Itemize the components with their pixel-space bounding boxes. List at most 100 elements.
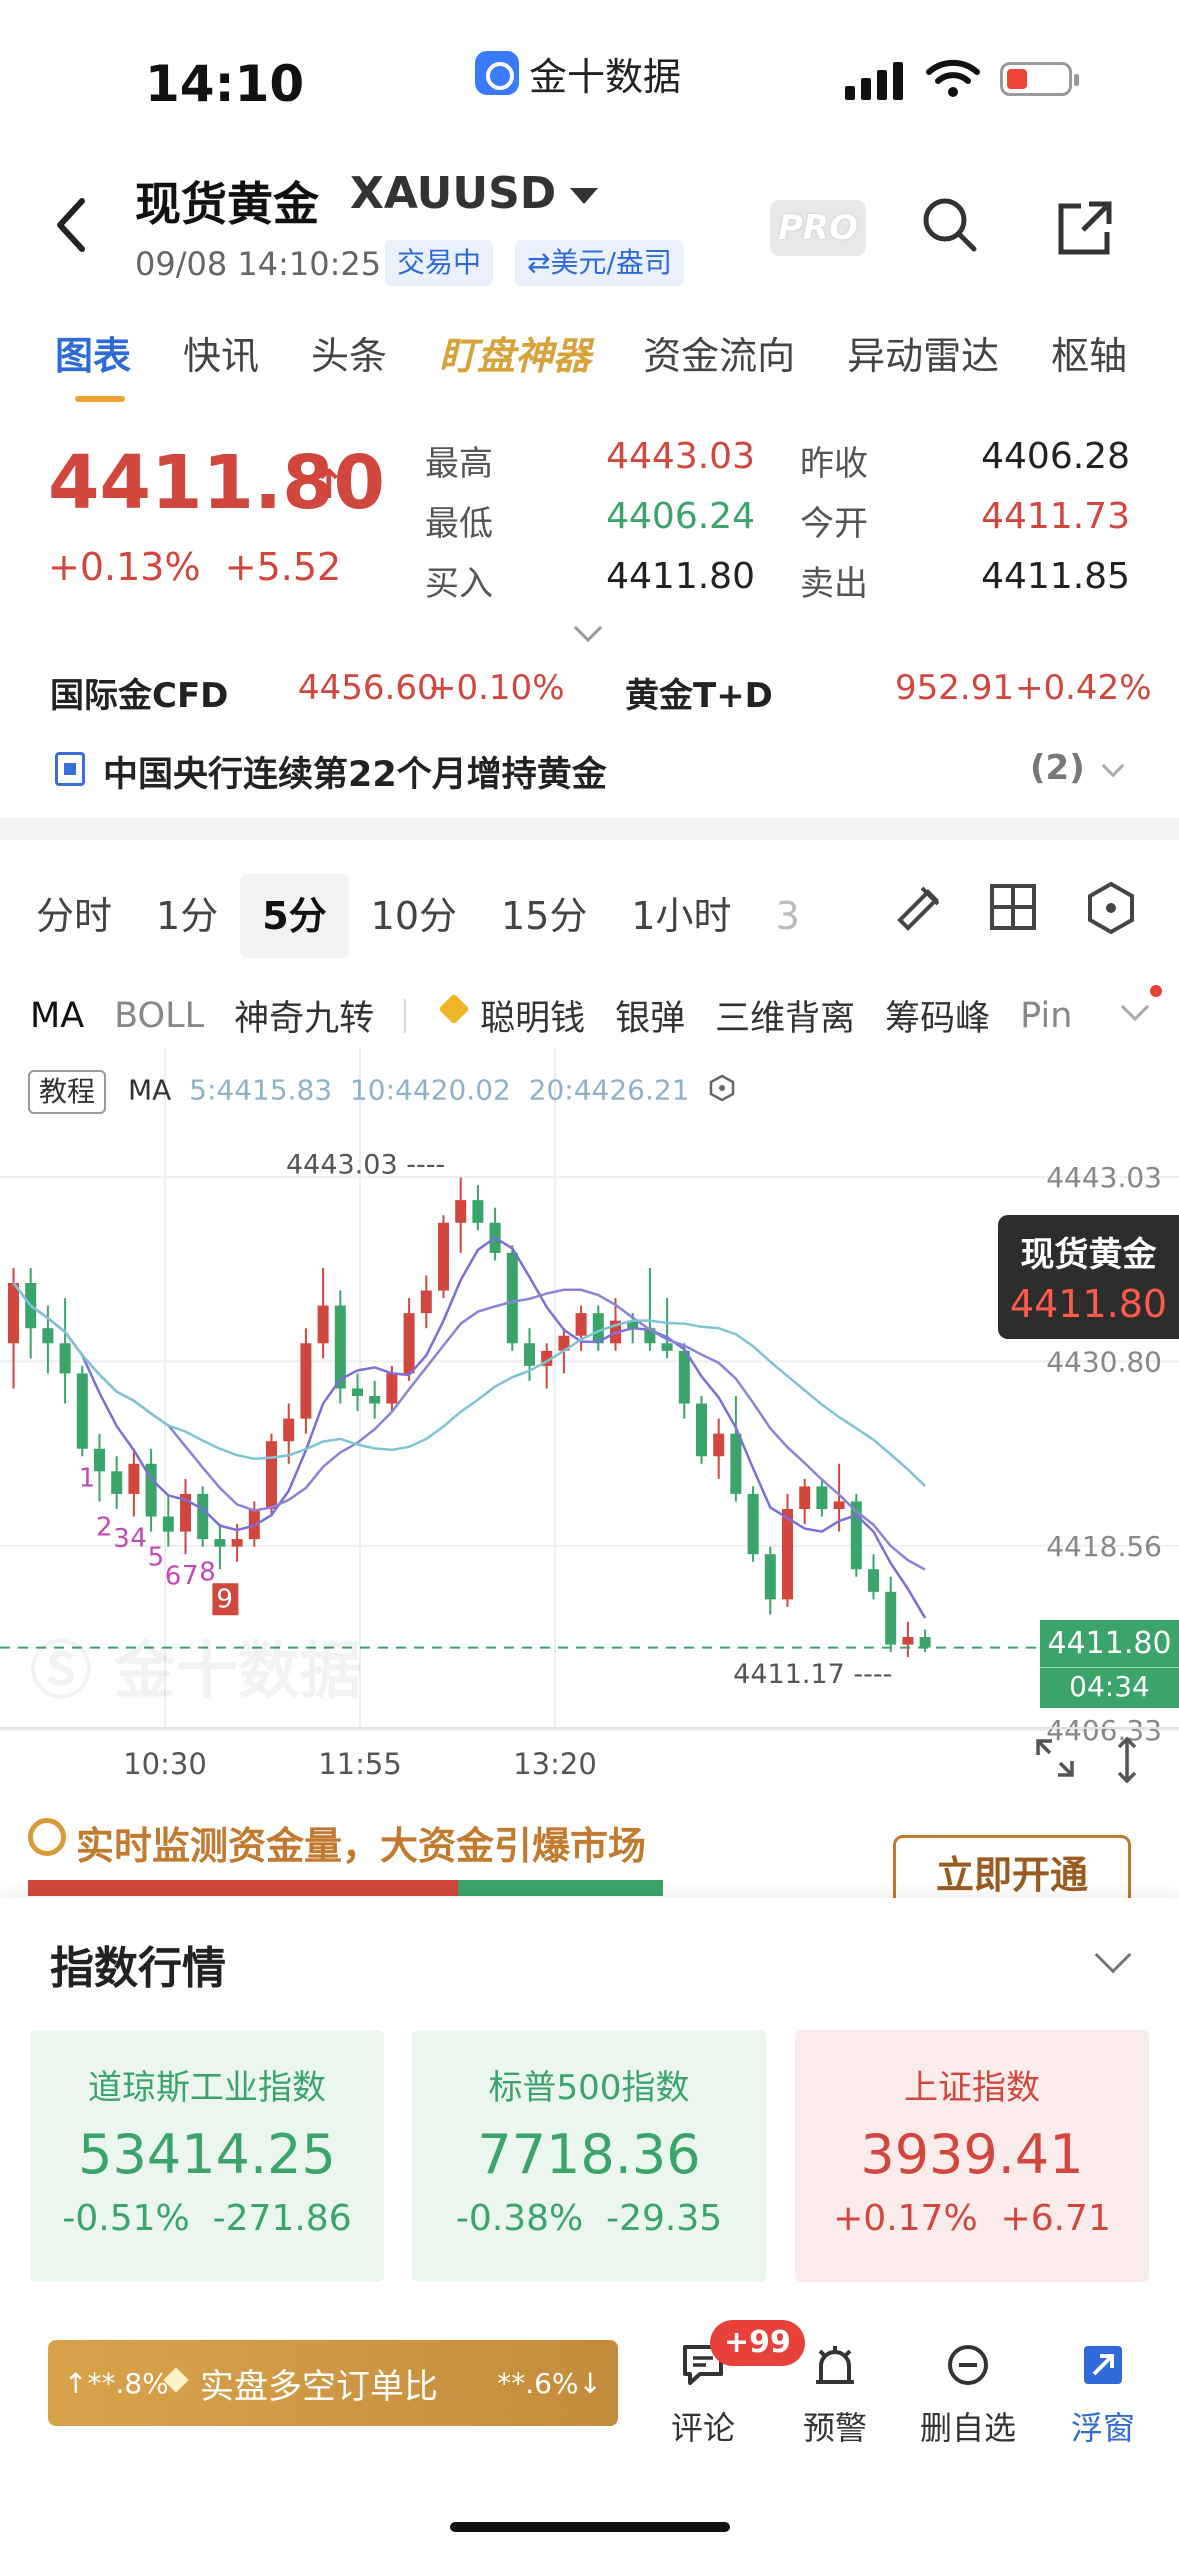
alert-button[interactable]: 预警 <box>780 2335 890 2449</box>
index-name: 道琼斯工业指数 <box>88 2068 326 2108</box>
candle-body <box>317 1305 329 1344</box>
candle-body <box>111 1471 123 1494</box>
indicator-smart-money[interactable]: 聪明钱 <box>480 990 585 1041</box>
long-bar <box>28 1880 458 1896</box>
pro-button[interactable]: PRO <box>770 200 866 256</box>
indicator-boll[interactable]: BOLL <box>114 996 204 1036</box>
indicator-td9[interactable]: 神奇九转 <box>234 990 374 1041</box>
period-tab[interactable]: 10分 <box>349 874 479 958</box>
remove-watchlist-label: 删自选 <box>919 2409 1016 2447</box>
ma5-value: 5:4415.83 <box>189 1073 333 1107</box>
draw-tool-icon[interactable] <box>890 880 946 940</box>
back-icon[interactable] <box>50 195 90 255</box>
period-tab[interactable]: 15分 <box>479 874 609 958</box>
candle-body <box>833 1501 845 1509</box>
x-tick-label: 13:20 <box>513 1747 597 1781</box>
candle-body <box>696 1403 707 1457</box>
chevron-down-icon[interactable] <box>570 188 598 204</box>
long-short-ratio-button[interactable]: ↑**.8% 实盘多空订单比 **.6%↓ <box>48 2340 618 2426</box>
td-sequence-label: 5 <box>148 1543 165 1573</box>
period-tab[interactable]: 1小时 <box>609 874 753 958</box>
tab-fund-flow[interactable]: 资金流向 <box>643 325 795 380</box>
prev-close-value: 4406.28 <box>981 436 1130 477</box>
candle-body <box>764 1554 776 1600</box>
index-card-sp500[interactable]: 标普500指数 7718.36 -0.38% -29.35 <box>412 2030 766 2282</box>
indicator-3d-divergence[interactable]: 三维背离 <box>715 990 855 1041</box>
wifi-icon <box>925 58 981 104</box>
candle-body <box>59 1343 71 1374</box>
news-headline[interactable]: 中国央行连续第22个月增持黄金 <box>103 746 607 797</box>
candle-body <box>661 1343 673 1351</box>
index-change-abs: +6.71 <box>1000 2198 1111 2239</box>
open-value: 4411.73 <box>981 496 1130 537</box>
candle-body <box>713 1433 725 1457</box>
chevron-down-icon[interactable] <box>1120 992 1150 1022</box>
floating-window-label: 浮窗 <box>1070 2409 1135 2447</box>
tab-chart[interactable]: 图表 <box>55 325 131 402</box>
td-sequence-label: 2 <box>96 1512 113 1542</box>
tab-monitor[interactable]: 盯盘神器 <box>439 325 591 380</box>
indicator-silver-bullet[interactable]: 银弹 <box>615 990 685 1041</box>
candle-body <box>575 1313 587 1336</box>
tutorial-button[interactable]: 教程 <box>28 1070 106 1114</box>
candle-body <box>678 1350 690 1404</box>
indicator-pin[interactable]: Pin <box>1020 996 1072 1036</box>
minus-circle-icon <box>913 2335 1023 2395</box>
indicator-chip-peak[interactable]: 筹码峰 <box>885 990 990 1041</box>
tab-flash[interactable]: 快讯 <box>183 325 259 380</box>
index-change-pct: +0.17% <box>833 2198 978 2239</box>
remove-watchlist-button[interactable]: 删自选 <box>913 2335 1023 2449</box>
fullscreen-icon[interactable] <box>1032 1735 1078 1785</box>
notification-dot <box>1150 985 1162 997</box>
index-value: 53414.25 <box>78 2123 336 2186</box>
share-icon[interactable] <box>1055 198 1115 262</box>
candle-body <box>455 1200 467 1223</box>
candle-body <box>747 1493 759 1555</box>
grid-layout-icon[interactable] <box>988 882 1038 936</box>
indicator-ma[interactable]: MA <box>30 996 84 1036</box>
comment-label: 评论 <box>670 2409 735 2447</box>
period-tab-active[interactable]: 5分 <box>240 874 349 958</box>
cfd-label[interactable]: 国际金CFD <box>50 668 228 717</box>
period-tab[interactable]: 1分 <box>134 874 240 958</box>
unit-toggle[interactable]: ⇄美元/盎司 <box>515 240 684 286</box>
candle-body <box>816 1486 828 1509</box>
td-label[interactable]: 黄金T+D <box>625 668 773 717</box>
tab-pivot[interactable]: 枢轴 <box>1051 325 1127 380</box>
td-sequence-label: 9 <box>216 1584 233 1614</box>
tab-headlines[interactable]: 头条 <box>311 325 387 380</box>
candle-body <box>386 1373 398 1404</box>
index-card-dow[interactable]: 道琼斯工业指数 53414.25 -0.51% -271.86 <box>30 2030 384 2282</box>
signal-icon <box>845 62 903 100</box>
candle-body <box>94 1448 105 1472</box>
ask-label: 卖出 <box>800 564 868 604</box>
index-value: 7718.36 <box>477 2123 701 2186</box>
ma-settings-icon[interactable] <box>707 1073 737 1110</box>
ma-legend: MA 5:4415.83 10:4420.02 20:4426.21 <box>128 1073 737 1110</box>
search-icon[interactable] <box>920 195 980 259</box>
period-tab[interactable]: 分时 <box>14 874 134 958</box>
countdown-label: 04:34 <box>1040 1667 1179 1703</box>
index-change-pct: -0.38% <box>455 2198 584 2239</box>
cfd-change: +0.10% <box>428 668 565 708</box>
app-indicator: 金十数据 <box>475 45 681 101</box>
candle-body <box>352 1388 363 1397</box>
index-card-shanghai[interactable]: 上证指数 3939.41 +0.17% +6.71 <box>795 2030 1149 2282</box>
period-tab[interactable]: 3 <box>754 874 822 958</box>
diamond-icon <box>164 2370 190 2396</box>
candle-body <box>197 1493 209 1540</box>
divider <box>404 998 407 1033</box>
price-change: +0.13% +5.52 <box>48 545 341 589</box>
chevron-down-icon[interactable] <box>1101 754 1125 778</box>
symbol-selector[interactable]: XAUUSD <box>350 168 556 219</box>
index-change-pct: -0.51% <box>62 2198 190 2239</box>
vertical-expand-icon[interactable] <box>1113 1735 1141 1789</box>
settings-icon[interactable] <box>1083 880 1139 940</box>
floating-window-button[interactable]: 浮窗 <box>1048 2335 1158 2449</box>
expand-chevron-icon[interactable] <box>573 613 603 643</box>
diamond-icon <box>436 1001 474 1031</box>
ad-headline[interactable]: 实时监测资金量，大资金引爆市场 <box>76 1815 646 1870</box>
candle-body <box>403 1313 415 1374</box>
tab-radar[interactable]: 异动雷达 <box>847 325 999 380</box>
bid-value: 4411.80 <box>606 556 755 597</box>
